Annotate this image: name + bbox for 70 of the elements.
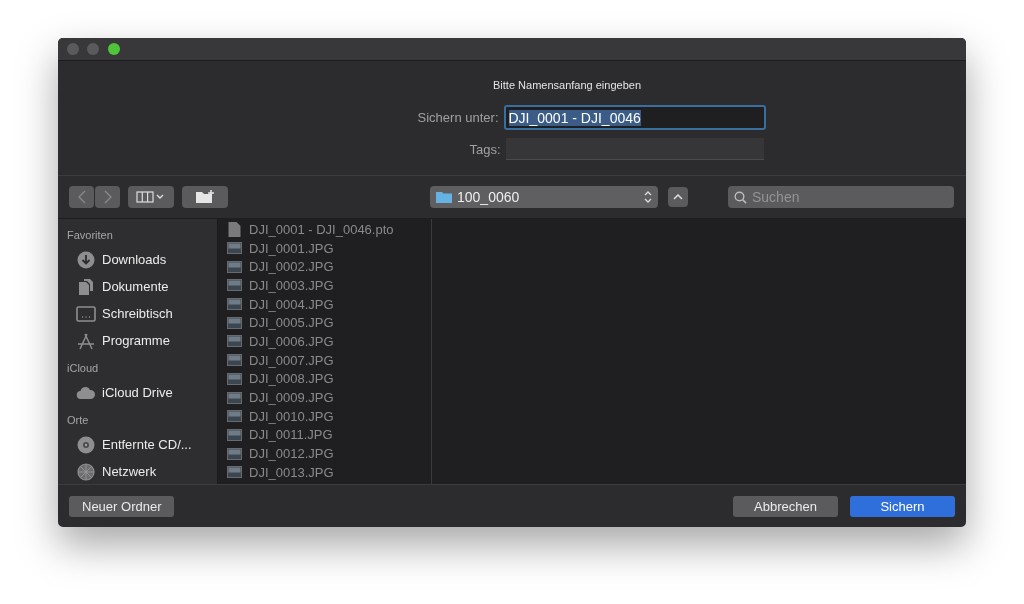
file-item[interactable]: DJI_0001 - DJI_0046.pto [227,220,431,239]
file-item[interactable]: DJI_0004.JPG [227,294,431,314]
apps-icon [76,331,96,350]
image-thumbnail-icon [227,391,242,404]
sidebar-heading: Favoriten [67,229,114,241]
chevron-up-icon [673,194,683,200]
updown-icon [644,190,652,204]
file-item[interactable]: DJI_0001.JPG [227,238,431,258]
image-thumbnail-icon [227,410,242,423]
tags-field[interactable] [505,138,764,160]
file-item[interactable]: DJI_0003.JPG [227,276,431,295]
back-button[interactable] [69,186,94,208]
sidebar-item[interactable]: Programme [67,327,217,354]
forward-button[interactable] [95,186,120,208]
sidebar-heading: Orte [67,414,90,426]
sidebar-item[interactable]: Entfernte CD/... [67,431,217,458]
file-item[interactable]: DJI_0009.JPG [227,388,431,407]
cancel-button[interactable]: Abbrechen [733,495,838,517]
sidebar-item[interactable]: Netzwerk [67,458,217,484]
file-item[interactable]: DJI_0013.JPG [227,462,431,482]
image-thumbnail-icon [227,279,242,292]
sidebar-heading: iCloud [67,362,100,374]
document-icon [227,221,242,237]
filename-field[interactable]: DJI_0001 - DJI_0046 [503,105,766,130]
image-thumbnail-icon [227,316,242,329]
file-item[interactable]: DJI_0008.JPG [227,369,431,389]
file-item[interactable]: DJI_0012.JPG [227,444,431,463]
view-mode-button[interactable] [128,186,174,208]
new-folder-icon [195,190,215,204]
new-folder-button[interactable] [182,186,228,208]
new-folder-button[interactable]: Neuer Ordner [69,495,175,517]
sidebar-item[interactable]: Dokumente [67,273,217,300]
desktop-icon [76,305,96,322]
file-item[interactable]: DJI_0011.JPG [227,425,431,445]
file-item[interactable]: DJI_0010.JPG [227,406,431,426]
sidebar-item[interactable]: Downloads [67,246,217,273]
cloud-icon [76,385,96,400]
file-item[interactable]: DJI_0007.JPG [227,350,431,370]
search-field[interactable]: Suchen [728,186,954,208]
image-thumbnail-icon [227,335,242,348]
field-label: Sichern unter: [416,110,499,125]
save-button[interactable]: Sichern [850,495,955,517]
chevron-right-icon [103,190,112,204]
sidebar-item[interactable]: Schreibtisch [67,300,217,327]
expand-button[interactable] [668,187,688,207]
image-thumbnail-icon [227,354,242,367]
image-thumbnail-icon [227,298,242,311]
dialog-message: Bitte Namensanfang eingeben [493,79,641,91]
zoom-icon[interactable] [108,43,120,55]
file-item[interactable]: DJI_0002.JPG [227,257,431,277]
download-icon [76,250,96,269]
sidebar-item[interactable]: iCloud Drive [67,379,217,406]
columns-icon [136,191,166,203]
chevron-left-icon [77,190,86,204]
image-thumbnail-icon [227,466,242,479]
location-popup[interactable]: 100_0060 [430,186,658,208]
folder-icon [436,191,452,203]
documents-icon [76,277,96,296]
file-item[interactable]: DJI_0006.JPG [227,332,431,351]
image-thumbnail-icon [227,428,242,441]
image-thumbnail-icon [227,447,242,460]
image-thumbnail-icon [227,260,242,273]
file-item[interactable]: DJI_0005.JPG [227,313,431,333]
minimize-icon[interactable] [87,43,99,55]
image-thumbnail-icon [227,242,242,255]
disc-icon [76,435,96,454]
image-thumbnail-icon [227,372,242,385]
field-label: Tags: [468,141,501,157]
close-icon[interactable] [67,43,79,55]
globe-icon [76,462,96,481]
